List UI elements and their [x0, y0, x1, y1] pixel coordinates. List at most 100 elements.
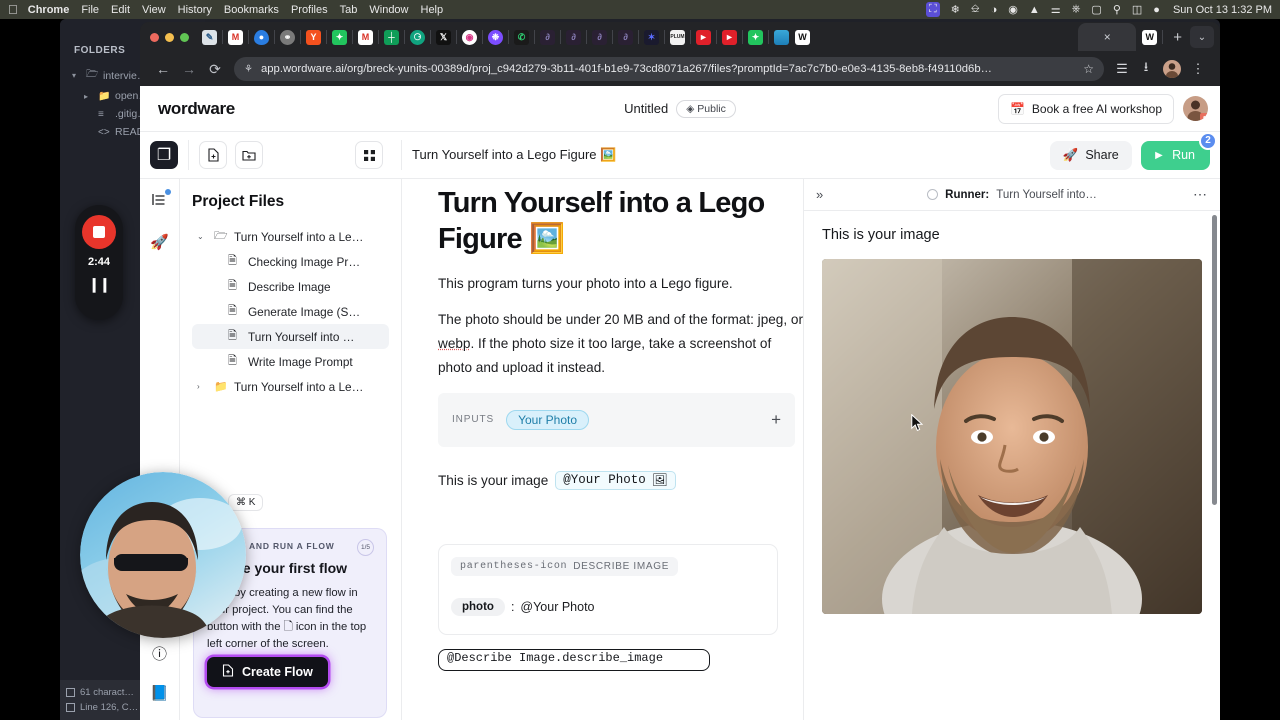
structure-icon[interactable] — [152, 189, 171, 211]
notification-bell-icon[interactable]: ▲ — [1029, 4, 1040, 16]
mention-your-photo[interactable]: @Your Photo 🖼 — [555, 470, 676, 490]
tab-icon-plum[interactable]: PLUM — [670, 29, 685, 45]
menu-file[interactable]: File — [81, 4, 99, 16]
tab-icon-globe[interactable]: ⚭ — [280, 29, 295, 45]
stop-record-button[interactable] — [82, 215, 116, 249]
file-tree-item-describe-image[interactable]: 🗎 Describe Image — [192, 274, 389, 299]
address-bar[interactable]: ⚘ app.wordware.ai/org/breck-yunits-00389… — [234, 57, 1104, 81]
tab-icon-app-4[interactable]: ∂ — [618, 29, 633, 45]
close-window-button[interactable] — [150, 32, 159, 42]
webcam-bubble[interactable] — [80, 472, 246, 638]
tab-icon-youtube-1[interactable]: ► — [696, 29, 711, 45]
tab-icon-gmail-2[interactable]: M — [358, 29, 373, 45]
help-icon[interactable]: ⓘ — [152, 643, 167, 664]
tab-icon-maps[interactable]: ● — [254, 29, 269, 45]
wifi-icon[interactable]: ◑ — [991, 4, 998, 16]
shield-icon[interactable]: ⎒ — [971, 3, 980, 16]
docs-icon[interactable]: 📘 — [150, 684, 169, 702]
menu-edit[interactable]: Edit — [111, 4, 130, 16]
stack-icon[interactable]: ◫ — [1132, 3, 1142, 16]
avatar[interactable]: ● — [1183, 96, 1208, 121]
tab-icon-gradient[interactable] — [774, 29, 789, 45]
wordware-logo[interactable]: wordware — [158, 99, 235, 119]
permissions-icon[interactable]: ⚘ — [244, 64, 253, 75]
tab-list-chevron-icon[interactable]: ⌄ — [1190, 26, 1214, 48]
siri-icon[interactable]: ● — [1153, 4, 1160, 16]
bluetooth-icon[interactable]: ⎈ — [1072, 3, 1081, 16]
rocket-icon[interactable]: 🚀 — [150, 233, 169, 251]
screen-recorder-widget[interactable]: 2:44 ❙❙ — [75, 205, 123, 320]
menu-help[interactable]: Help — [421, 4, 444, 16]
screen-share-icon[interactable]: ⛶ — [925, 2, 940, 17]
menu-clock[interactable]: Sun Oct 13 1:32 PM — [1173, 4, 1272, 16]
reload-button[interactable]: ⟳ — [202, 61, 228, 78]
tab-icon-openai[interactable]: ⚆ — [410, 29, 425, 45]
new-file-button[interactable] — [199, 141, 227, 169]
describe-image-card[interactable]: parentheses-icon DESCRIBE IMAGE photo : … — [438, 543, 778, 635]
tab-icon-sheets-2[interactable]: ┼ — [384, 29, 399, 45]
file-tree-item-turn-yourself-into[interactable]: 🗎 Turn Yourself into … — [192, 324, 389, 349]
file-tree-item-checking-image[interactable]: 🗎 Checking Image Pr… — [192, 249, 389, 274]
file-tree-item-write-image-prompt[interactable]: 🗎 Write Image Prompt — [192, 349, 389, 374]
new-folder-button[interactable] — [235, 141, 263, 169]
chrome-menu-icon[interactable]: ⋮ — [1186, 61, 1210, 77]
visibility-badge[interactable]: ◈ Public — [676, 99, 736, 118]
describe-image-output-mention[interactable]: @Describe Image.describe_image — [438, 648, 710, 671]
forward-button[interactable]: → — [176, 61, 202, 77]
file-tree-folder-2[interactable]: › 📁 Turn Yourself into a Le… — [192, 374, 389, 399]
snowflake-icon[interactable]: ❄ — [951, 3, 960, 16]
control-center-icon[interactable]: ◉ — [1008, 3, 1018, 16]
runner-scrollbar[interactable] — [1212, 215, 1217, 505]
apple-tv-icon[interactable]: ⚌ — [1051, 3, 1061, 16]
menu-profiles[interactable]: Profiles — [291, 4, 328, 16]
tab-icon-notes[interactable]: ✎ — [202, 29, 217, 45]
tab-icon-phone[interactable]: ✆ — [514, 29, 529, 45]
pause-icon[interactable]: ❙❙ — [88, 276, 110, 293]
tab-icon-yc[interactable]: Y — [306, 29, 321, 45]
close-tab-icon[interactable]: × — [1104, 30, 1111, 44]
tab-icon-wordware-2[interactable]: W — [1142, 29, 1158, 45]
tab-icon-wordware-1[interactable]: W — [795, 29, 810, 45]
create-flow-button[interactable]: Create Flow — [207, 657, 328, 687]
active-tab[interactable]: × — [1078, 23, 1137, 51]
tab-icon-purple-app[interactable]: ❉ — [488, 29, 503, 45]
twisty-icon[interactable]: ▸ — [84, 92, 93, 101]
reading-list-icon[interactable]: ☰ — [1110, 61, 1134, 77]
add-input-button[interactable]: + — [771, 410, 781, 430]
chevron-right-icon[interactable]: › — [197, 382, 207, 391]
menu-chrome[interactable]: Chrome — [28, 4, 70, 16]
window-traffic-lights[interactable] — [150, 32, 189, 42]
download-icon[interactable]: ⭳ — [1134, 58, 1158, 80]
tab-icon-app-3[interactable]: ∂ — [592, 29, 607, 45]
page-title[interactable]: Untitled — [624, 101, 668, 116]
documents-icon[interactable]: ❐ — [150, 141, 178, 169]
profile-avatar-icon[interactable] — [1163, 60, 1181, 78]
menu-tab[interactable]: Tab — [340, 4, 358, 16]
file-tree-item-generate-image[interactable]: 🗎 Generate Image (S… — [192, 299, 389, 324]
tab-icon-x[interactable]: 𝕏 — [436, 29, 451, 45]
twisty-icon[interactable]: ▾ — [72, 71, 81, 80]
share-button[interactable]: 🚀 Share — [1049, 140, 1132, 170]
tab-icon-app-2[interactable]: ∂ — [566, 29, 581, 45]
menu-window[interactable]: Window — [369, 4, 408, 16]
tab-icon-gmail[interactable]: M — [228, 29, 243, 45]
run-button[interactable]: ► Run 2 — [1140, 131, 1217, 170]
search-icon[interactable]: ⚲ — [1113, 3, 1121, 16]
grid-view-button[interactable] — [355, 141, 383, 169]
menu-history[interactable]: History — [178, 4, 212, 16]
tab-icon-sheets-3[interactable]: ✦ — [748, 29, 763, 45]
chevron-down-icon[interactable]: ⌄ — [197, 232, 207, 241]
new-tab-button[interactable]: + — [1173, 29, 1182, 46]
tab-icon-target[interactable]: ◉ — [462, 29, 477, 45]
menu-view[interactable]: View — [142, 4, 166, 16]
back-button[interactable]: ← — [150, 61, 176, 77]
maximize-window-button[interactable] — [180, 32, 189, 42]
star-icon[interactable]: ☆ — [1073, 62, 1094, 76]
flow-title[interactable]: Turn Yourself into a Lego Figure 🖼️ — [412, 147, 616, 163]
tab-icon-sheets[interactable]: ✦ — [332, 29, 347, 45]
menu-bookmarks[interactable]: Bookmarks — [224, 4, 279, 16]
file-tree-folder-1[interactable]: ⌄ 🗁 Turn Yourself into a Le… — [192, 224, 389, 249]
minimize-window-button[interactable] — [165, 32, 174, 42]
battery-icon[interactable]: ▢ — [1091, 3, 1101, 16]
apple-logo-icon[interactable]:  — [8, 3, 18, 16]
